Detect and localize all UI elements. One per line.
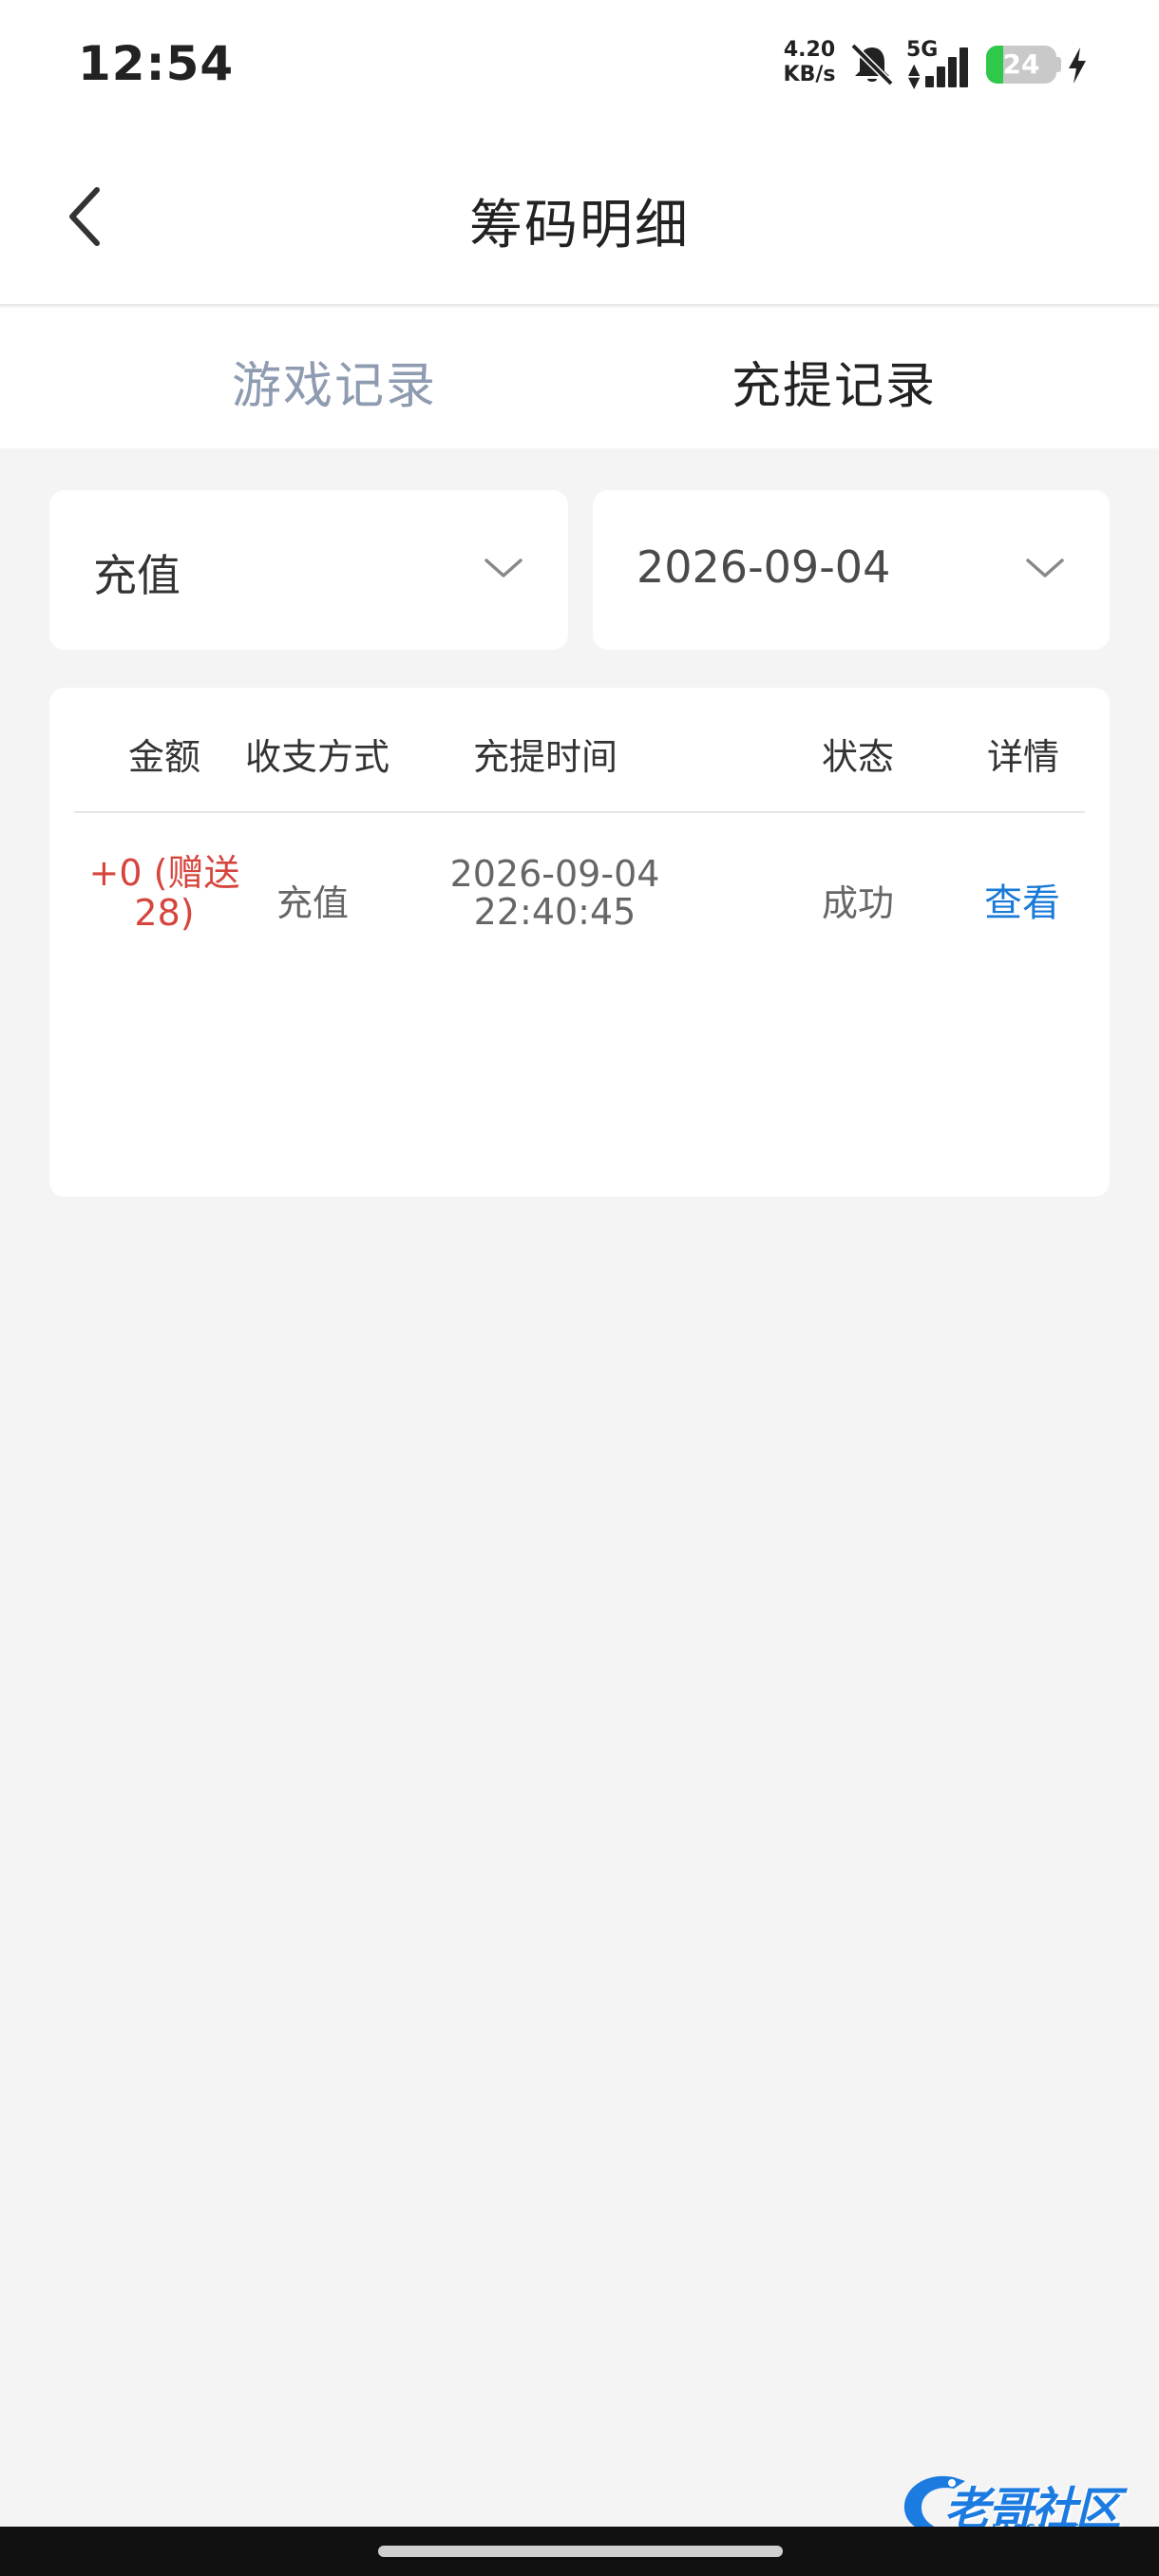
date-filter-dropdown[interactable]: 2026-09-04: [593, 490, 1110, 650]
row-date: 2026-09-04: [449, 853, 660, 895]
page-title: 筹码明细: [469, 195, 690, 256]
row-amount-line1: +0 (赠送: [88, 852, 240, 894]
row-amount: +0 (赠送 28): [74, 853, 255, 933]
row-status: 成功: [821, 882, 894, 924]
app-header: 筹码明细: [0, 133, 1159, 306]
battery-level: 24: [1002, 48, 1040, 80]
status-time: 12:54: [78, 36, 235, 91]
network-speed-unit: KB/s: [783, 63, 836, 86]
signal-bar: [948, 57, 957, 87]
record-tabs: 游戏记录 充提记录: [0, 308, 1159, 448]
data-arrows-icon: ▲ ▼: [908, 60, 921, 91]
network-speed-value: 4.20: [783, 38, 836, 62]
type-filter-value: 充值: [93, 550, 180, 601]
signal-bar: [925, 76, 934, 87]
row-amount-line2: 28): [134, 892, 195, 934]
row-clock: 22:40:45: [473, 891, 636, 933]
table-row: +0 (赠送 28) 充值 2026-09-04 22:40:45 成功 查看: [74, 815, 1085, 986]
column-header-time: 充提时间: [472, 736, 618, 778]
column-header-amount: 金额: [127, 736, 200, 778]
records-table: 金额 收支方式 充提时间 状态 详情 +0 (赠送 28) 充值 2026-09…: [49, 688, 1110, 1197]
table-header: 金额 收支方式 充提时间 状态 详情: [74, 688, 1085, 813]
network-type: 5G: [906, 38, 939, 62]
tab-game-records[interactable]: 游戏记录: [232, 346, 437, 417]
battery-cap: [1056, 57, 1061, 72]
column-header-method: 收支方式: [244, 736, 390, 778]
charging-icon: [1069, 47, 1086, 84]
home-indicator[interactable]: [378, 2546, 783, 2557]
chevron-down-icon: [1026, 559, 1064, 578]
column-header-detail: 详情: [986, 736, 1059, 778]
status-bar: 12:54 4.20 KB/s 5G ▲ ▼ 24: [0, 0, 1159, 133]
view-detail-link[interactable]: 查看: [965, 872, 1079, 927]
type-filter-dropdown[interactable]: 充值: [49, 490, 568, 650]
row-time: 2026-09-04 22:40:45: [412, 855, 697, 931]
battery-icon: 24: [986, 46, 1056, 84]
signal-bar: [960, 47, 968, 87]
network-speed: 4.20 KB/s: [783, 38, 836, 87]
bell-muted-icon: [850, 43, 894, 86]
signal-bar: [937, 66, 945, 87]
tab-recharge-records[interactable]: 充提记录: [732, 346, 937, 417]
row-method: 充值: [276, 882, 349, 924]
signal-icon: 5G ▲ ▼: [904, 38, 971, 91]
date-filter-value: 2026-09-04: [636, 541, 891, 593]
column-header-status: 状态: [821, 736, 894, 778]
chevron-down-icon: [484, 559, 522, 578]
